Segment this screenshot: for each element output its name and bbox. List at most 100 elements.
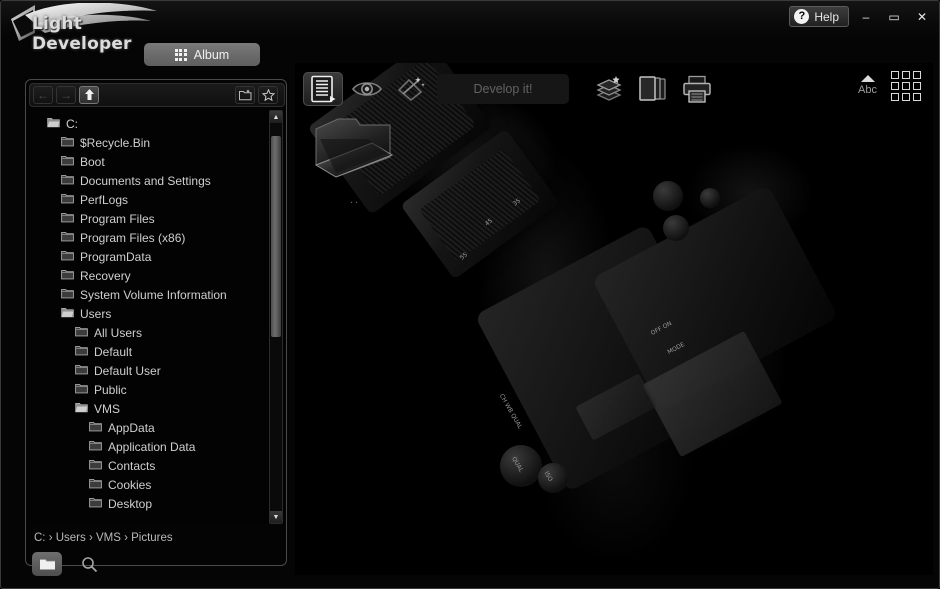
tree-item-system-volume-information[interactable]: System Volume Information bbox=[29, 285, 285, 304]
folder-icon bbox=[61, 231, 74, 241]
navigation-bar: ← → bbox=[29, 83, 285, 107]
tree-item-label: $Recycle.Bin bbox=[80, 135, 151, 150]
scrollbar-thumb[interactable] bbox=[271, 135, 281, 338]
tree-item-label: Users bbox=[80, 306, 112, 321]
develop-it-button[interactable]: Develop it! bbox=[437, 74, 569, 104]
folder-icon bbox=[61, 174, 74, 184]
folder-open-icon bbox=[47, 117, 60, 131]
back-button[interactable]: ← bbox=[33, 86, 53, 104]
tree-item-default-user[interactable]: Default User bbox=[29, 361, 285, 380]
breadcrumb[interactable]: C: › Users › VMS › Pictures bbox=[34, 532, 173, 544]
tree-item-appdata[interactable]: AppData bbox=[29, 418, 285, 437]
magnifier-icon bbox=[81, 556, 97, 572]
arrow-up-folder-icon bbox=[84, 89, 94, 100]
folder-open-icon bbox=[75, 402, 88, 412]
tree-item-label: Cookies bbox=[108, 477, 152, 492]
tree-item-label: AppData bbox=[108, 420, 155, 435]
forward-button[interactable]: → bbox=[56, 86, 76, 104]
folder-icon bbox=[61, 193, 74, 207]
tree-item-label: Application Data bbox=[108, 439, 196, 454]
preview-button[interactable] bbox=[347, 72, 387, 106]
favorite-button[interactable] bbox=[258, 86, 278, 104]
new-folder-icon bbox=[238, 89, 251, 101]
tree-item-cookies[interactable]: Cookies bbox=[29, 475, 285, 494]
folder-browser-panel: ← → C: $Recycle.Bin Boot Documents and S… bbox=[25, 79, 287, 576]
folder-tree[interactable]: C: $Recycle.Bin Boot Documents and Settings… bbox=[29, 110, 285, 524]
tree-item-label: Desktop bbox=[108, 496, 153, 511]
folder-icon bbox=[75, 364, 88, 374]
search-toggle[interactable] bbox=[74, 552, 104, 576]
app-logo: Light Developer bbox=[5, 3, 175, 54]
folder-icon bbox=[61, 269, 74, 283]
help-button[interactable]: ? Help bbox=[789, 6, 849, 27]
folder-icon bbox=[75, 383, 88, 397]
tree-item-users[interactable]: Users bbox=[29, 304, 285, 323]
tree-item-application-data[interactable]: Application Data bbox=[29, 437, 285, 456]
folder-icon bbox=[61, 136, 74, 146]
folder-icon bbox=[75, 364, 88, 378]
window-controls: ? Help – ▭ ✕ bbox=[789, 6, 933, 27]
folder-icon bbox=[89, 497, 102, 507]
toolbar-right-group: Abc bbox=[858, 71, 921, 101]
folder-icon bbox=[75, 383, 88, 393]
tree-item-recycle-bin[interactable]: $Recycle.Bin bbox=[29, 133, 285, 152]
folder-tree-scrollbar[interactable]: ▲ ▼ bbox=[269, 110, 283, 524]
tree-item-label: Program Files (x86) bbox=[80, 230, 186, 245]
scroll-down-button[interactable]: ▼ bbox=[270, 511, 282, 523]
folder-view-toggle[interactable] bbox=[32, 552, 62, 576]
arrow-left-icon: ← bbox=[37, 88, 49, 102]
up-button[interactable] bbox=[79, 86, 99, 104]
close-button[interactable]: ✕ bbox=[911, 6, 933, 27]
tree-item-all-users[interactable]: All Users bbox=[29, 323, 285, 342]
tree-item-program-files-x86[interactable]: Program Files (x86) bbox=[29, 228, 285, 247]
batch-button[interactable] bbox=[589, 72, 629, 106]
sort-button[interactable]: Abc bbox=[858, 75, 877, 96]
tree-item-public[interactable]: Public bbox=[29, 380, 285, 399]
tree-item-label: Default User bbox=[94, 363, 161, 378]
develop-wand-button[interactable] bbox=[391, 72, 431, 106]
maximize-button[interactable]: ▭ bbox=[883, 6, 905, 27]
list-item[interactable]: .. bbox=[307, 113, 403, 206]
folder-icon bbox=[61, 212, 74, 226]
folder-icon bbox=[61, 288, 74, 298]
tree-item-documents-and-settings[interactable]: Documents and Settings bbox=[29, 171, 285, 190]
tree-item-programdata[interactable]: ProgramData bbox=[29, 247, 285, 266]
tree-item-label: Boot bbox=[80, 154, 105, 169]
folder-open-icon bbox=[75, 402, 88, 416]
folder-icon bbox=[89, 421, 102, 435]
folder-icon bbox=[75, 345, 88, 359]
tree-item-program-files[interactable]: Program Files bbox=[29, 209, 285, 228]
folder-icon bbox=[61, 288, 74, 302]
tree-item-label: C: bbox=[66, 116, 78, 131]
tree-item-recovery[interactable]: Recovery bbox=[29, 266, 285, 285]
tree-item-vms[interactable]: VMS bbox=[29, 399, 285, 418]
folder-icon bbox=[61, 174, 74, 188]
grid-view-button[interactable] bbox=[891, 71, 921, 101]
minimize-button[interactable]: – bbox=[855, 6, 877, 27]
tab-album[interactable]: Album bbox=[144, 43, 260, 66]
tree-item-label: PerfLogs bbox=[80, 192, 129, 207]
sort-label: Abc bbox=[858, 84, 877, 97]
metadata-button[interactable] bbox=[303, 72, 343, 106]
folder-icon bbox=[89, 459, 102, 469]
copy-button[interactable] bbox=[633, 72, 673, 106]
folder-icon bbox=[61, 250, 74, 264]
tree-item-desktop[interactable]: Desktop bbox=[29, 494, 285, 513]
layers-star-icon bbox=[596, 76, 622, 101]
tree-item-c[interactable]: C: bbox=[29, 114, 285, 133]
tree-item-default[interactable]: Default bbox=[29, 342, 285, 361]
tree-item-boot[interactable]: Boot bbox=[29, 152, 285, 171]
scroll-up-button[interactable]: ▲ bbox=[270, 111, 282, 123]
minimize-icon: – bbox=[862, 9, 870, 24]
new-folder-button[interactable] bbox=[235, 86, 255, 104]
content-toolbar: Develop it! Abc bbox=[295, 63, 933, 115]
triangle-up-icon: ▲ bbox=[272, 113, 280, 121]
tree-item-contacts[interactable]: Contacts bbox=[29, 456, 285, 475]
tree-item-perflogs[interactable]: PerfLogs bbox=[29, 190, 285, 209]
folder-open-icon bbox=[61, 307, 74, 317]
photo-stack-icon bbox=[639, 76, 666, 101]
print-button[interactable] bbox=[677, 72, 717, 106]
content-area[interactable]: 35 45 55 OFF ON MODE CH WB QUAL QUAL ISO bbox=[295, 63, 933, 575]
browser-bottom-bar bbox=[32, 552, 104, 576]
folder-icon bbox=[89, 421, 102, 431]
